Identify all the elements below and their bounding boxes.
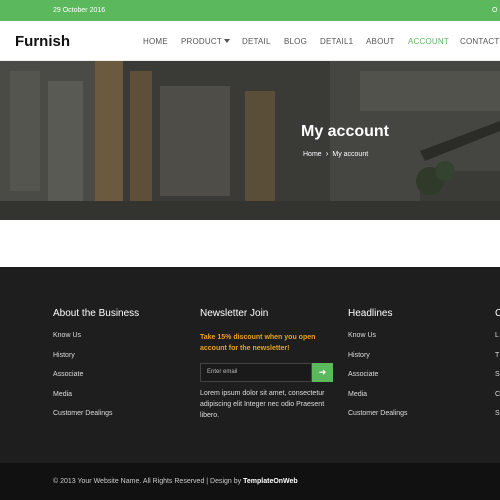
copyright-label: © 2013 Your Website Name. All Rights Res… [53, 478, 242, 485]
arrow-right-icon: ➜ [318, 367, 327, 377]
newsletter-description: Lorem ipsum dolor sit amet, consectetur … [200, 390, 325, 419]
nav-product[interactable]: PRODUCT [181, 37, 230, 46]
nav-product-label: PRODUCT [181, 37, 222, 46]
nav-detail[interactable]: DETAIL [242, 37, 271, 46]
chevron-down-icon [223, 39, 230, 43]
nav-home[interactable]: HOME [143, 37, 168, 46]
hero-banner: My account Home › My account [0, 61, 500, 220]
top-bar: 29 October 2016 O [0, 0, 500, 21]
footer-col2-title: Newsletter Join [200, 308, 269, 319]
footer-link[interactable]: Know Us [53, 332, 81, 339]
footer-link[interactable]: History [348, 352, 370, 359]
footer: About the Business Know Us History Assoc… [0, 267, 500, 463]
footer-col3-title: Headlines [348, 308, 393, 319]
newsletter-submit-button[interactable]: ➜ [312, 363, 333, 382]
footer-link[interactable]: S [495, 371, 500, 378]
nav-contact[interactable]: CONTACT [460, 37, 499, 46]
footer-link[interactable]: Customer Dealings [53, 410, 113, 417]
nav-blog[interactable]: BLOG [284, 37, 307, 46]
newsletter-email-input[interactable]: Enter email [200, 363, 312, 382]
footer-link[interactable]: L [495, 332, 499, 339]
nav-account[interactable]: ACCOUNT [408, 37, 449, 46]
date-text: 29 October 2016 [53, 7, 106, 14]
newsletter-promo: Take 15% discount when you open account … [200, 334, 316, 352]
page-title: My account [300, 123, 389, 140]
breadcrumb: Home › My account [303, 149, 368, 158]
footer-link[interactable]: Know Us [348, 332, 376, 339]
site-logo[interactable]: Furnish [15, 33, 70, 50]
footer-link[interactable]: Media [348, 391, 367, 398]
footer-link[interactable]: History [53, 352, 75, 359]
copyright-text: © 2013 Your Website Name. All Rights Res… [53, 478, 298, 485]
top-bar-right-text: O [492, 7, 498, 14]
footer-link[interactable]: Associate [348, 371, 378, 378]
footer-link[interactable]: Media [53, 391, 72, 398]
footer-col1-title: About the Business [53, 308, 140, 319]
breadcrumb-current: My account [332, 151, 369, 158]
header: Furnish HOME PRODUCT DETAIL BLOG DETAIL1… [0, 21, 500, 61]
breadcrumb-home[interactable]: Home [303, 151, 322, 158]
nav-about[interactable]: ABOUT [366, 37, 395, 46]
footer-link[interactable]: S [495, 410, 500, 417]
designer-link[interactable]: TemplateOnWeb [243, 478, 298, 485]
footer-link[interactable]: Associate [53, 371, 83, 378]
footer-link[interactable]: T [495, 352, 499, 359]
footer-link[interactable]: Customer Dealings [348, 410, 408, 417]
footer-link[interactable]: C [495, 391, 500, 398]
chevron-right-icon: › [325, 149, 329, 158]
nav-detail1[interactable]: DETAIL1 [320, 37, 353, 46]
bottom-bar: © 2013 Your Website Name. All Rights Res… [0, 463, 500, 500]
footer-col4-title: C [495, 308, 500, 319]
